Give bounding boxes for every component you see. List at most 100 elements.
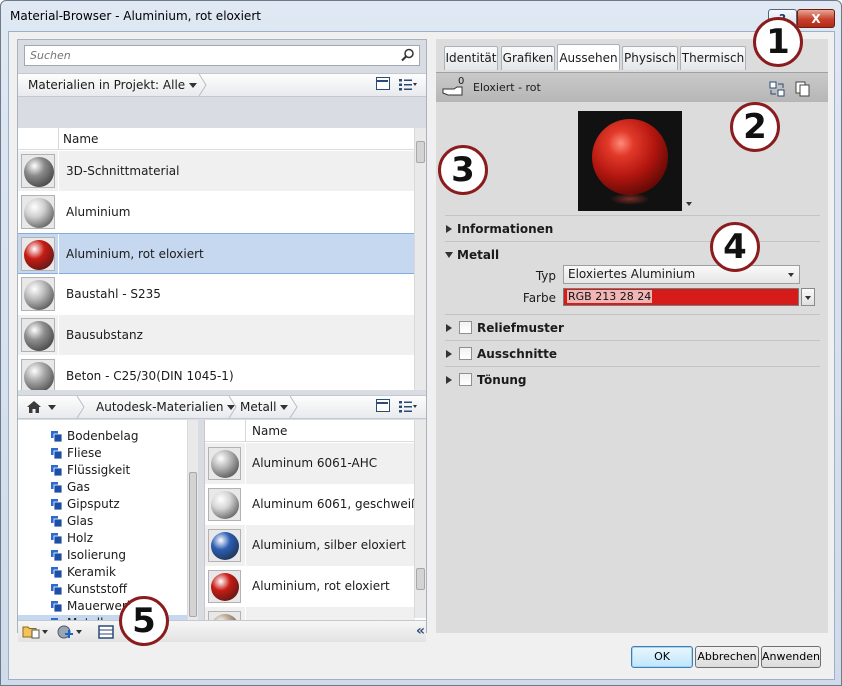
asset-name: Eloxiert - rot [473, 81, 541, 94]
tree-item[interactable]: Isolierung [18, 547, 188, 564]
close-button[interactable]: X [797, 9, 835, 28]
home-button[interactable] [20, 396, 64, 418]
list-view-icon [399, 401, 417, 413]
breadcrumb-label: Autodesk-Materialien [96, 400, 224, 414]
breadcrumb-label: Metall [240, 400, 277, 414]
project-filter-dropdown[interactable]: Materialien in Projekt: Alle [20, 74, 203, 96]
cancel-button[interactable]: Abbrechen [695, 646, 759, 668]
typ-value: Eloxiertes Aluminium [568, 267, 696, 281]
chevron-down-icon [189, 83, 198, 88]
tree-item-label: Fliese [67, 446, 102, 460]
material-name: Aluminium, rot eloxiert [66, 247, 204, 261]
search-box [24, 45, 420, 66]
toenung-checkbox[interactable] [459, 373, 472, 386]
category-folder-icon [51, 465, 62, 476]
tree-item-label: Flüssigkeit [67, 463, 131, 477]
project-material-row[interactable]: Aluminium [18, 192, 418, 233]
library-material-row[interactable]: Aluminium, rot eloxiert [205, 566, 415, 607]
material-editor-button[interactable] [98, 625, 114, 642]
typ-select[interactable]: Eloxiertes Aluminium [563, 265, 800, 284]
library-manage-button[interactable] [22, 624, 48, 639]
section-reliefmuster[interactable]: Reliefmuster [445, 314, 820, 340]
tab-thermisch[interactable]: Thermisch [680, 46, 746, 70]
title-bar[interactable]: Material-Browser - Aluminium, rot eloxie… [1, 1, 841, 31]
farbe-options-button[interactable] [801, 288, 815, 306]
tab-physisch[interactable]: Physisch [622, 46, 678, 70]
tree-item[interactable]: Holz [18, 530, 188, 547]
tab-aussehen[interactable]: Aussehen [557, 44, 620, 70]
project-material-row[interactable]: Aluminium, rot eloxiert [18, 233, 418, 275]
expand-icon [446, 225, 452, 233]
layout-toggle-button[interactable] [376, 77, 390, 90]
project-material-row[interactable]: Bausubstanz [18, 315, 418, 356]
reliefmuster-checkbox[interactable] [459, 321, 472, 334]
scrollbar-thumb[interactable] [416, 141, 425, 163]
scrollbar-thumb[interactable] [189, 472, 197, 617]
library-material-row[interactable]: Aluminum 6061, geschweißt [205, 484, 423, 525]
project-list-scrollbar[interactable] [414, 128, 426, 390]
tree-item-label: Keramik [67, 565, 116, 579]
ok-button[interactable]: OK [631, 646, 693, 668]
tab-identitaet[interactable]: Identität [444, 46, 498, 70]
scrollbar-thumb[interactable] [416, 568, 425, 590]
section-metall[interactable]: Metall [445, 241, 820, 267]
column-header-name[interactable]: Name [63, 132, 98, 146]
chevron-down-icon [280, 405, 289, 410]
tree-item-label: Isolierung [67, 548, 126, 562]
farbe-color-field[interactable]: RGB 213 28 24 [563, 288, 799, 306]
library-list-header: Name [205, 420, 426, 442]
category-folder-icon [51, 601, 62, 612]
material-name: Aluminium [66, 205, 131, 219]
tree-item[interactable]: Bodenbelag [18, 428, 188, 445]
library-material-row[interactable]: Aluminum 6061-AHC [205, 443, 415, 484]
category-folder-icon [51, 516, 62, 527]
section-informationen[interactable]: Informationen [445, 215, 820, 241]
project-material-row[interactable]: Beton - C25/30(DIN 1045-1) [18, 356, 418, 390]
section-ausschnitte[interactable]: Ausschnitte [445, 340, 820, 366]
collapse-panel-icon[interactable]: « [416, 623, 425, 639]
tree-scrollbar[interactable] [187, 420, 198, 620]
project-material-row[interactable]: 3D-Schnittmaterial [18, 151, 418, 192]
ausschnitte-checkbox[interactable] [459, 347, 472, 360]
tree-item[interactable]: Gipsputz [18, 496, 188, 513]
tree-item-label: Kunststoff [67, 582, 128, 596]
preview-options-arrow-icon[interactable] [686, 202, 692, 206]
breadcrumb-autodesk-materials[interactable]: Autodesk-Materialien [88, 396, 241, 418]
search-input[interactable] [25, 46, 395, 65]
library-layout-toggle-button[interactable] [376, 399, 390, 412]
farbe-label: Farbe [522, 291, 556, 305]
tree-item[interactable]: Fliese [18, 445, 188, 462]
asset-header: 0 Eloxiert - rot [436, 72, 828, 102]
material-swatch [21, 277, 55, 311]
search-icon[interactable] [401, 48, 415, 62]
apply-button[interactable]: Anwenden [761, 646, 821, 668]
section-toenung[interactable]: Tönung [445, 366, 820, 392]
tree-item-label: Glas [67, 514, 94, 528]
tree-item[interactable]: Gas [18, 479, 188, 496]
tree-item[interactable]: Keramik [18, 564, 188, 581]
library-list-scrollbar[interactable] [414, 420, 426, 618]
tree-item-label: Gipsputz [67, 497, 120, 511]
material-swatch [21, 318, 55, 352]
column-header-name[interactable]: Name [252, 424, 287, 438]
category-folder-icon [51, 584, 62, 595]
material-preview[interactable] [578, 111, 682, 211]
material-name: Aluminum 6061, geschweißt [252, 497, 424, 511]
tree-item[interactable]: Kunststoff [18, 581, 188, 598]
tree-item[interactable]: Flüssigkeit [18, 462, 188, 479]
library-view-options-button[interactable] [399, 400, 417, 417]
project-material-row[interactable]: Baustahl - S235 [18, 274, 418, 315]
tab-grafiken[interactable]: Grafiken [501, 46, 555, 70]
duplicate-asset-icon[interactable] [795, 81, 811, 97]
library-category-tree: Bodenbelag Fliese Flüssigkeit Gas Gipsputz Gl… [18, 420, 198, 640]
library-breadcrumb-bar: Autodesk-Materialien Metall [18, 395, 426, 419]
breadcrumb-metall[interactable]: Metall [232, 396, 294, 418]
material-browser-window: Material-Browser - Aluminium, rot eloxie… [0, 0, 842, 686]
tree-item[interactable]: Glas [18, 513, 188, 530]
library-material-row[interactable]: Aluminium, silber eloxiert [205, 525, 415, 566]
breadcrumb-separator-icon [289, 396, 298, 418]
view-options-button[interactable] [399, 78, 417, 95]
replace-asset-icon[interactable] [769, 81, 785, 97]
create-material-button[interactable] [56, 624, 82, 640]
preview-sphere [592, 119, 668, 195]
